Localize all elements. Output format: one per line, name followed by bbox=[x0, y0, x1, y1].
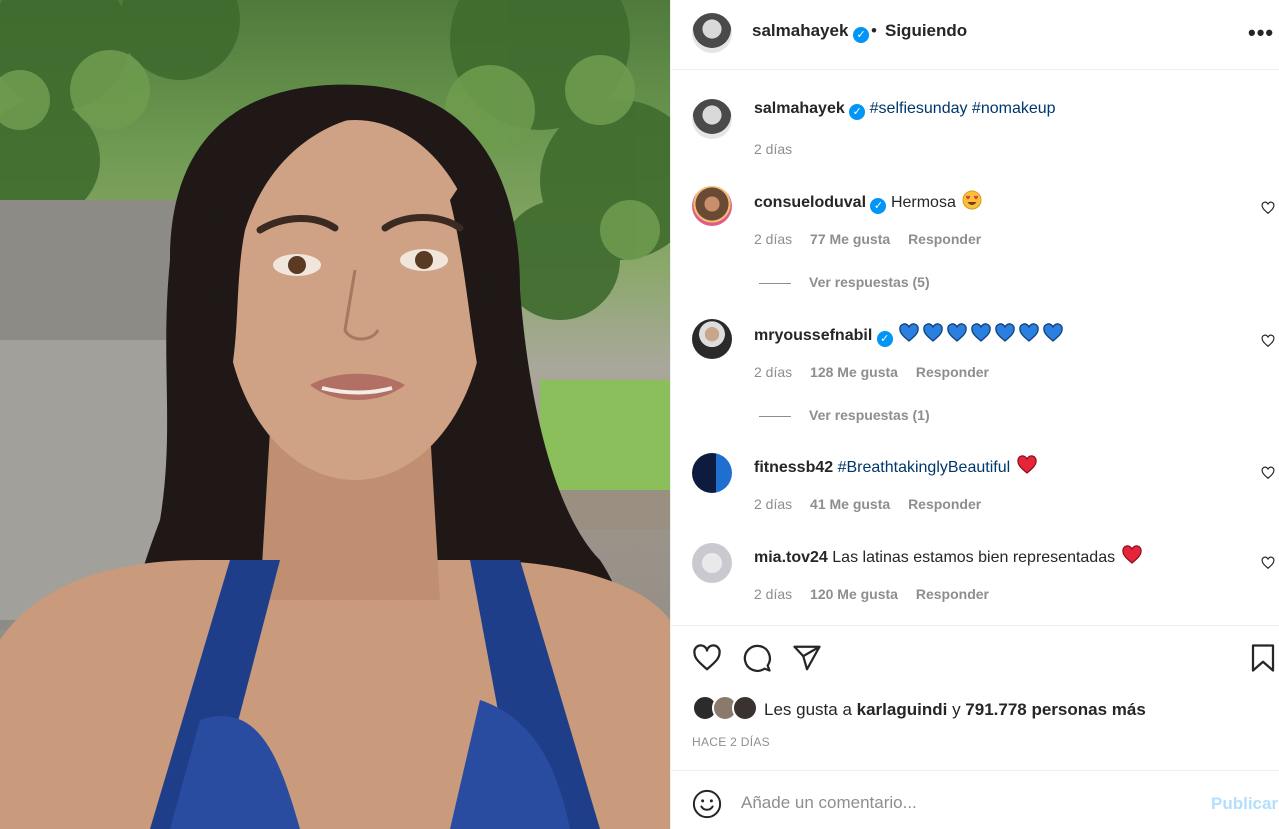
verified-badge-icon: ✓ bbox=[853, 27, 870, 43]
share-send-icon[interactable] bbox=[792, 643, 822, 673]
liker-avatar[interactable] bbox=[732, 695, 758, 721]
like-heart-icon[interactable] bbox=[692, 643, 722, 673]
comment-like-icon[interactable] bbox=[1261, 466, 1275, 480]
comment-time[interactable]: 2 días bbox=[754, 231, 792, 247]
comment-likes[interactable]: 120 Me gusta bbox=[810, 586, 898, 602]
comment-line: mia.tov24 Las latinas estamos bien repre… bbox=[754, 545, 1142, 567]
reply-button[interactable]: Responder bbox=[908, 231, 981, 247]
commenter-avatar[interactable] bbox=[692, 453, 732, 493]
comment-meta: 2 días 77 Me gusta Responder bbox=[754, 231, 995, 247]
reply-button[interactable]: Responder bbox=[916, 364, 989, 380]
comment-text: Hermosa bbox=[890, 194, 956, 211]
likes-summary: Les gusta a karlaguindi y 791.778 person… bbox=[764, 700, 1146, 720]
caption-username[interactable]: salmahayek bbox=[754, 100, 845, 117]
comment-username[interactable]: mia.tov24 bbox=[754, 549, 828, 566]
comment-username[interactable]: fitnessb42 bbox=[754, 459, 833, 476]
comment-text: Las latinas estamos bien representadas bbox=[832, 549, 1116, 566]
caption-author-avatar[interactable] bbox=[692, 99, 732, 139]
reply-button[interactable]: Responder bbox=[908, 496, 981, 512]
commenter-avatar[interactable] bbox=[692, 543, 732, 583]
comment-like-icon[interactable] bbox=[1261, 556, 1275, 570]
likes-middle: y bbox=[952, 700, 961, 719]
comment-username[interactable]: mryoussefnabil bbox=[754, 327, 872, 344]
verified-badge-icon: ✓ bbox=[876, 331, 893, 347]
comment-time[interactable]: 2 días bbox=[754, 364, 792, 380]
following-button[interactable]: Siguiendo bbox=[885, 21, 967, 41]
comment-time[interactable]: 2 días bbox=[754, 586, 792, 602]
caption-meta: 2 días bbox=[754, 141, 806, 157]
caption-line: salmahayek ✓ #selfiesunday #nomakeup bbox=[754, 100, 1056, 120]
comment-likes[interactable]: 128 Me gusta bbox=[810, 364, 898, 380]
post-actions: Les gusta a karlaguindi y 791.778 person… bbox=[671, 625, 1279, 770]
heart-eyes-emoji-icon bbox=[962, 190, 982, 210]
comment-like-icon[interactable] bbox=[1261, 201, 1275, 215]
publish-button[interactable]: Publicar bbox=[1211, 794, 1278, 814]
blue-hearts-emoji-icon bbox=[899, 323, 1063, 342]
liker-username[interactable]: karlaguindi bbox=[857, 700, 948, 719]
header-separator: • bbox=[871, 21, 877, 40]
commenter-avatar[interactable] bbox=[692, 186, 732, 226]
reply-button[interactable]: Responder bbox=[916, 586, 989, 602]
emoji-smile-icon[interactable] bbox=[692, 789, 722, 819]
author-username-text[interactable]: salmahayek bbox=[752, 21, 848, 40]
more-options-icon[interactable]: ••• bbox=[1248, 20, 1274, 46]
likes-prefix: Les gusta a bbox=[764, 700, 852, 719]
comment-time[interactable]: 2 días bbox=[754, 496, 792, 512]
comment-meta: 2 días 128 Me gusta Responder bbox=[754, 364, 1003, 380]
comment-username[interactable]: consueloduval bbox=[754, 194, 866, 211]
comment-like-icon[interactable] bbox=[1261, 334, 1275, 348]
comment-line: mryoussefnabil ✓ bbox=[754, 323, 1067, 347]
verified-badge-icon: ✓ bbox=[870, 198, 887, 214]
comment-likes[interactable]: 41 Me gusta bbox=[810, 496, 890, 512]
comment-hashtag[interactable]: #BreathtakinglyBeautiful bbox=[838, 459, 1011, 476]
comment-meta: 2 días 120 Me gusta Responder bbox=[754, 586, 1003, 602]
post-photo[interactable] bbox=[0, 0, 670, 829]
view-replies-button[interactable]: Ver respuestas (5) bbox=[759, 274, 930, 290]
caption-time[interactable]: 2 días bbox=[754, 141, 792, 157]
comment-input[interactable] bbox=[741, 788, 1181, 818]
post-details-panel: salmahayek ✓ • Siguiendo ••• salmahayek … bbox=[670, 0, 1279, 829]
comment-likes[interactable]: 77 Me gusta bbox=[810, 231, 890, 247]
caption-hashtags[interactable]: #selfiesunday #nomakeup bbox=[870, 100, 1056, 117]
commenter-avatar[interactable] bbox=[692, 319, 732, 359]
selfie-illustration bbox=[0, 0, 670, 829]
comments-section: salmahayek ✓ #selfiesunday #nomakeup 2 d… bbox=[671, 71, 1279, 624]
likes-count[interactable]: 791.778 personas más bbox=[965, 700, 1146, 719]
author-username[interactable]: salmahayek ✓ bbox=[752, 21, 870, 43]
post-header: salmahayek ✓ • Siguiendo ••• bbox=[671, 0, 1279, 70]
save-bookmark-icon[interactable] bbox=[1248, 643, 1278, 673]
add-comment-bar: Publicar bbox=[671, 770, 1279, 829]
view-replies-button[interactable]: Ver respuestas (1) bbox=[759, 407, 930, 423]
red-heart-emoji-icon bbox=[1121, 545, 1142, 564]
verified-badge-icon: ✓ bbox=[849, 104, 866, 120]
comment-meta: 2 días 41 Me gusta Responder bbox=[754, 496, 995, 512]
post-time-ago[interactable]: HACE 2 DÍAS bbox=[692, 735, 770, 749]
comment-line: consueloduval ✓ Hermosa bbox=[754, 190, 982, 214]
red-heart-emoji-icon bbox=[1016, 455, 1037, 474]
comment-bubble-icon[interactable] bbox=[742, 643, 772, 673]
comment-line: fitnessb42 #BreathtakinglyBeautiful bbox=[754, 455, 1037, 477]
author-avatar[interactable] bbox=[692, 13, 732, 53]
